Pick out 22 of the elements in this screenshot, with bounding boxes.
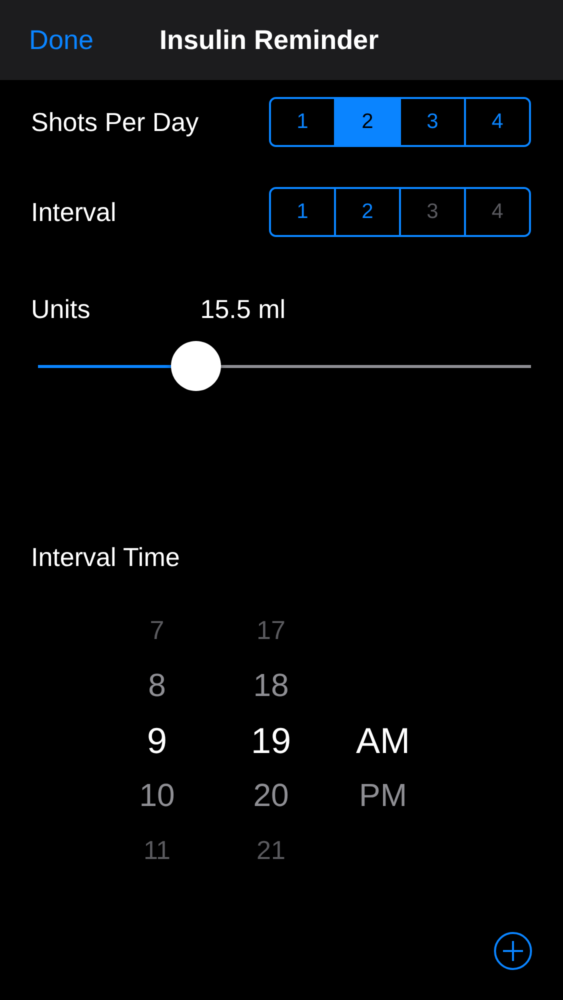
picker-item[interactable]: 10 (139, 768, 175, 823)
picker-item[interactable]: AM (356, 713, 410, 768)
screen-title: Insulin Reminder (160, 24, 379, 56)
picker-item[interactable]: 17 (256, 603, 286, 658)
add-icon[interactable] (493, 931, 533, 971)
picker-item[interactable]: 20 (253, 768, 289, 823)
picker-item[interactable]: 7 (150, 603, 164, 658)
units-reading: 15.5 ml (200, 294, 286, 324)
segment[interactable]: 2 (334, 99, 399, 145)
setting-label: Shots Per Day (31, 106, 199, 138)
picker-item[interactable]: 9 (146, 713, 168, 768)
setting-label: Units (31, 294, 90, 324)
picker-item[interactable]: PM (359, 768, 407, 823)
done-button[interactable]: Done (29, 24, 94, 56)
picker-item[interactable]: 18 (253, 658, 289, 713)
picker-item[interactable]: 19 (250, 713, 292, 768)
section-label: Interval Time (30, 542, 181, 573)
picker-item[interactable]: 21 (256, 823, 286, 878)
picker-item[interactable]: 11 (144, 823, 170, 878)
setting-label: Interval (31, 196, 116, 228)
picker-item[interactable]: 8 (148, 658, 166, 713)
segment[interactable]: 4 (464, 99, 529, 145)
